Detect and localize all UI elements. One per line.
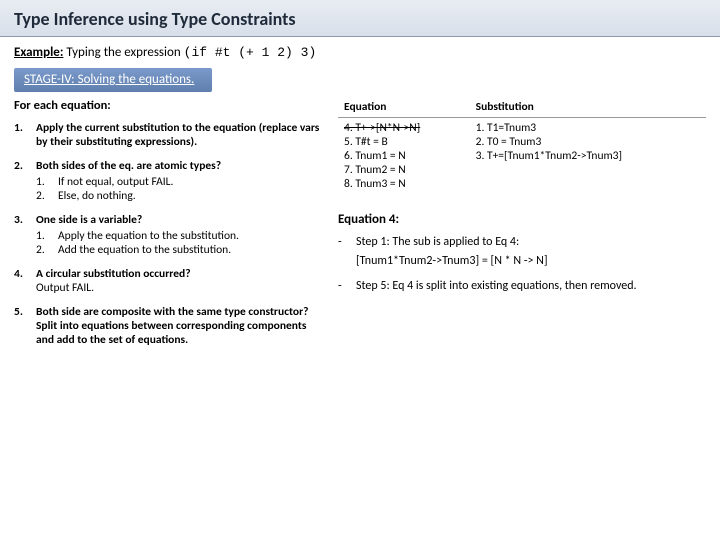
- table-row: 4. T+->[N*N->N] 5. T#t = B 6. Tnum1 = N …: [338, 118, 706, 195]
- content-columns: For each equation: Apply the current sub…: [0, 92, 720, 357]
- step-1: Apply the current substitution to the eq…: [14, 121, 324, 149]
- eq-5: 5. T#t = B: [344, 135, 464, 149]
- explain-line-1: Step 1: The sub is applied to Eq 4:: [356, 235, 519, 249]
- step-1-text: Apply the current substitution to the eq…: [36, 121, 319, 149]
- step-4: A circular substitution occurred? Output…: [14, 267, 324, 295]
- step-3-heading: One side is a variable?: [36, 213, 142, 227]
- bullet-dash: -: [338, 233, 348, 271]
- bullet-dash: -: [338, 277, 348, 296]
- explain-row-1: - Step 1: The sub is applied to Eq 4: [T…: [338, 233, 706, 271]
- for-each-heading: For each equation:: [14, 98, 324, 113]
- stage-badge: STAGE-IV: Solving the equations.: [14, 68, 212, 92]
- step-2-2: Else, do nothing.: [36, 189, 324, 203]
- step-3-sub: Apply the equation to the substitution. …: [36, 229, 324, 257]
- explanation-block: Equation 4: - Step 1: The sub is applied…: [338, 212, 706, 297]
- step-3: One side is a variable? Apply the equati…: [14, 213, 324, 257]
- algorithm-column: For each equation: Apply the current sub…: [14, 98, 324, 357]
- explain-line-2: Step 5: Eq 4 is split into existing equa…: [356, 277, 637, 296]
- sub-1: 1. T1=Tnum3: [476, 121, 700, 135]
- step-5-text: Both side are composite with the same ty…: [36, 305, 308, 347]
- sub-3: 3. T+=[Tnum1*Tnum2->Tnum3]: [476, 149, 700, 163]
- eq-6: 6. Tnum1 = N: [344, 149, 464, 163]
- title-bar: Type Inference using Type Constraints: [0, 0, 720, 37]
- example-label: Example:: [14, 45, 63, 60]
- example-code: (if #t (+ 1 2) 3): [184, 45, 317, 60]
- step-2-sub: If not equal, output FAIL. Else, do noth…: [36, 175, 324, 203]
- sub-cell: 1. T1=Tnum3 2. T0 = Tnum3 3. T+=[Tnum1*T…: [470, 118, 706, 195]
- explain-heading: Equation 4:: [338, 212, 706, 227]
- example-intro: Typing the expression: [66, 45, 180, 60]
- equation-table: Equation Substitution 4. T+->[N*N->N] 5.…: [338, 98, 706, 194]
- explain-row-2: - Step 5: Eq 4 is split into existing eq…: [338, 277, 706, 296]
- step-3-2: Add the equation to the substitution.: [36, 243, 324, 257]
- step-4-heading: A circular substitution occurred?: [36, 267, 191, 281]
- step-2-heading: Both sides of the eq. are atomic types?: [36, 159, 221, 173]
- step-2-1: If not equal, output FAIL.: [36, 175, 324, 189]
- eq-7: 7. Tnum2 = N: [344, 163, 464, 177]
- eq-cell: 4. T+->[N*N->N] 5. T#t = B 6. Tnum1 = N …: [338, 118, 470, 195]
- table-column: Equation Substitution 4. T+->[N*N->N] 5.…: [338, 98, 706, 357]
- step-3-1: Apply the equation to the substitution.: [36, 229, 324, 243]
- th-equation: Equation: [338, 98, 470, 118]
- sub-2: 2. T0 = Tnum3: [476, 135, 700, 149]
- eq-4: 4. T+->[N*N->N]: [344, 121, 464, 135]
- steps-list: Apply the current substitution to the eq…: [14, 121, 324, 347]
- explain-line-1b: [Tnum1*Tnum2->Tnum3] = [N * N -> N]: [356, 254, 548, 268]
- step-5: Both side are composite with the same ty…: [14, 305, 324, 347]
- page-title: Type Inference using Type Constraints: [14, 8, 706, 30]
- step-2: Both sides of the eq. are atomic types? …: [14, 159, 324, 203]
- example-line: Example: Typing the expression (if #t (+…: [0, 37, 720, 64]
- th-substitution: Substitution: [470, 98, 706, 118]
- step-4-body: Output FAIL.: [36, 281, 94, 295]
- eq-8: 8. Tnum3 = N: [344, 177, 464, 191]
